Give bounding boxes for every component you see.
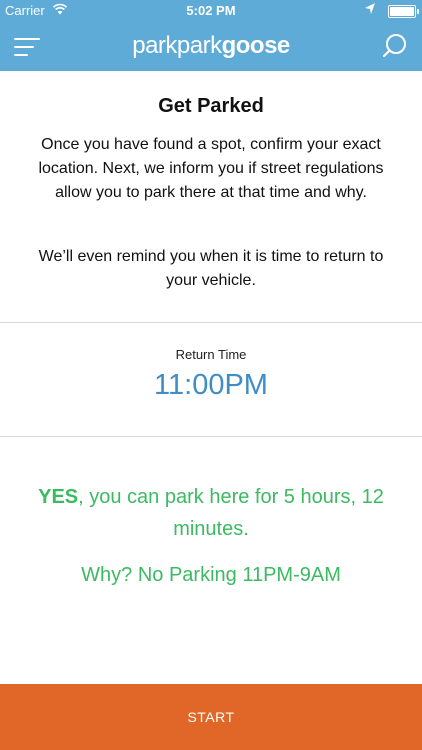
start-button[interactable]: START (0, 684, 422, 750)
logo-text-light: parkpark (132, 32, 222, 59)
parking-result: YES, you can park here for 5 hours, 12 m… (10, 481, 412, 545)
return-time-label: Return Time (175, 347, 247, 362)
result-message: , you can park here for 5 hours, 12 minu… (78, 486, 384, 540)
status-bar: Carrier 5:02 PM (0, 0, 422, 22)
logo-text-bold: goose (221, 32, 291, 59)
search-icon[interactable] (382, 33, 408, 59)
page-title: Get Parked (158, 95, 264, 117)
reminder-paragraph: We’ll even remind you when it is time to… (38, 248, 384, 289)
battery-icon (388, 5, 419, 18)
navigation-bar: parkparkgoose (0, 22, 422, 71)
return-time-value[interactable]: 11:00PM (0, 369, 422, 402)
status-time: 5:02 PM (186, 3, 236, 18)
divider (0, 322, 422, 323)
location-arrow-icon (364, 2, 376, 19)
result-yes: YES (38, 486, 79, 508)
app-logo: parkparkgoose (0, 32, 422, 60)
app-header: Carrier 5:02 PM parkparkgoose (0, 0, 422, 71)
parking-reason: Why? No Parking 11PM-9AM (81, 564, 341, 586)
intro-paragraph: Once you have found a spot, confirm your… (38, 136, 384, 201)
divider (0, 436, 422, 437)
